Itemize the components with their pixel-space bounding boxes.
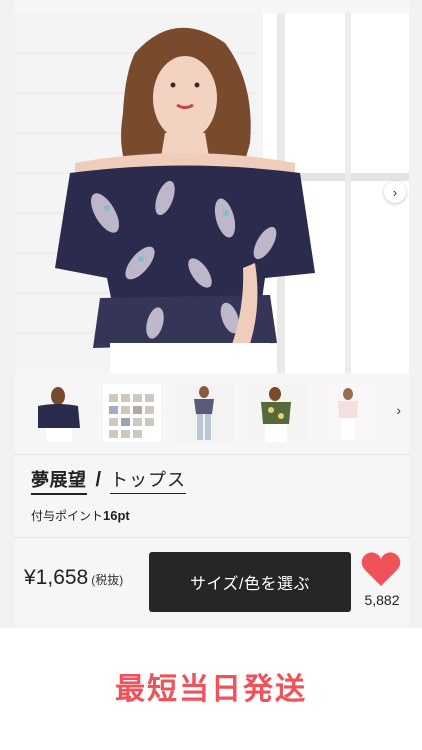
thumbnail-4[interactable] — [249, 384, 307, 442]
brand-link[interactable]: 夢展望 — [31, 466, 87, 495]
category-link[interactable]: トップス — [110, 466, 187, 494]
thumbnail-3[interactable] — [176, 384, 234, 442]
shipping-banner: 最短当日発送 — [0, 628, 422, 750]
points-info: 付与ポイント16pt — [31, 507, 130, 524]
points-label: 付与ポイント — [31, 509, 104, 523]
like-count: 5,882 — [364, 592, 400, 608]
thumbnail-2[interactable] — [103, 384, 161, 442]
chevron-right-icon[interactable]: › — [396, 402, 401, 418]
heart-icon[interactable] — [361, 551, 401, 587]
title-separator: / — [95, 469, 102, 491]
divider — [15, 537, 409, 538]
price: ¥1,658 (税抜) — [24, 566, 123, 590]
banner-text: 最短当日発送 — [115, 673, 307, 706]
select-size-color-button[interactable]: サイズ/色を選ぶ — [149, 552, 351, 612]
tax-note: (税抜) — [91, 573, 124, 587]
product-image[interactable] — [15, 13, 409, 373]
thumbnail-strip: › — [15, 380, 409, 446]
chevron-right-icon[interactable]: › — [384, 181, 406, 203]
product-title: 夢展望 / トップス — [31, 466, 187, 495]
thumbnail-1[interactable] — [30, 384, 88, 442]
divider — [15, 454, 409, 455]
price-value: ¥1,658 — [24, 566, 89, 589]
points-value: 16pt — [103, 508, 130, 523]
thumbnail-5[interactable] — [322, 384, 380, 442]
